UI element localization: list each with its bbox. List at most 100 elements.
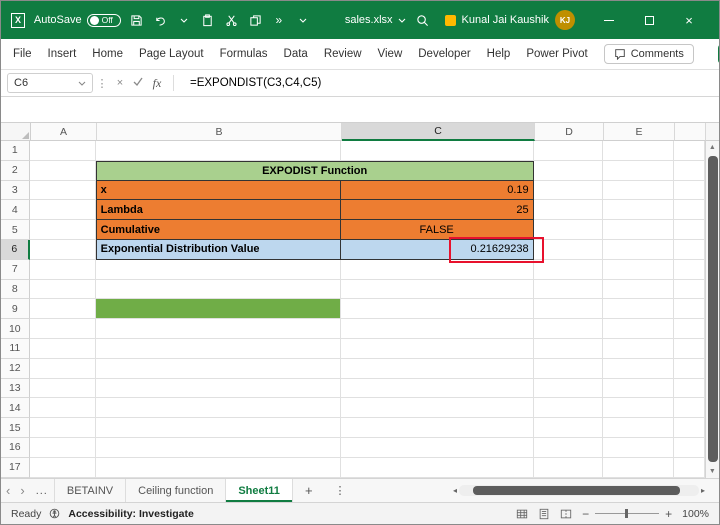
tab-options-kebab-icon[interactable]: ⋮ xyxy=(325,484,356,497)
menu-item-page-layout[interactable]: Page Layout xyxy=(139,48,204,60)
cell-D9[interactable] xyxy=(533,299,603,320)
cell-C15[interactable] xyxy=(340,418,534,438)
cell-C16[interactable] xyxy=(340,437,534,458)
cell-C6[interactable]: 0.21629238 xyxy=(340,239,534,260)
cell-E12[interactable] xyxy=(602,358,674,379)
cell-D14[interactable] xyxy=(533,398,603,419)
cell-D7[interactable] xyxy=(533,259,603,280)
menu-item-help[interactable]: Help xyxy=(487,48,511,60)
cell-A15[interactable] xyxy=(29,418,96,438)
cell-D5[interactable] xyxy=(533,220,603,240)
cell-B8[interactable] xyxy=(95,279,341,300)
more-commands-chevron-icon[interactable] xyxy=(295,12,310,28)
zoom-slider[interactable]: − + xyxy=(582,507,672,521)
cell-C17[interactable] xyxy=(340,457,534,478)
page-layout-view-icon[interactable] xyxy=(538,508,550,520)
column-header-blank[interactable] xyxy=(675,123,706,141)
menu-item-review[interactable]: Review xyxy=(324,48,362,60)
cell-E16[interactable] xyxy=(602,437,674,458)
cell-D13[interactable] xyxy=(533,378,603,399)
row-header-5[interactable]: 5 xyxy=(1,220,30,240)
cell-D3[interactable] xyxy=(533,180,603,201)
row-header-11[interactable]: 11 xyxy=(1,338,30,359)
cell-C1[interactable] xyxy=(340,141,534,161)
menu-item-data[interactable]: Data xyxy=(284,48,308,60)
cell-F12[interactable] xyxy=(673,358,705,379)
cell-F10[interactable] xyxy=(673,319,705,339)
paste-icon[interactable] xyxy=(201,12,216,28)
cell-D2[interactable] xyxy=(533,160,603,181)
cell-D15[interactable] xyxy=(533,418,603,438)
cancel-entry-icon[interactable]: × xyxy=(111,77,129,89)
scroll-down-icon[interactable]: ▼ xyxy=(706,465,719,478)
ribbon-overflow-icon[interactable]: » xyxy=(272,12,287,28)
autosave-toggle[interactable]: AutoSave Off xyxy=(34,13,121,27)
close-button[interactable]: × xyxy=(669,6,709,34)
vertical-scroll-thumb[interactable] xyxy=(707,156,718,462)
cell-E11[interactable] xyxy=(602,338,674,359)
cell-D1[interactable] xyxy=(533,141,603,161)
row-header-8[interactable]: 8 xyxy=(1,279,30,300)
cell-F14[interactable] xyxy=(673,398,705,419)
cell-A5[interactable] xyxy=(29,220,96,240)
cell-F4[interactable] xyxy=(673,200,705,221)
cell-A1[interactable] xyxy=(29,141,96,161)
menu-item-formulas[interactable]: Formulas xyxy=(220,48,268,60)
cell-E2[interactable] xyxy=(602,160,674,181)
column-header-E[interactable]: E xyxy=(604,123,675,141)
comments-button[interactable]: Comments xyxy=(603,44,694,64)
sheet-list-ellipsis[interactable]: ... xyxy=(30,485,54,497)
cell-B16[interactable] xyxy=(95,437,341,458)
cell-A14[interactable] xyxy=(29,398,96,419)
scroll-right-icon[interactable]: ▸ xyxy=(701,486,705,495)
insert-function-button[interactable]: fx xyxy=(147,76,167,91)
row-header-7[interactable]: 7 xyxy=(1,259,30,280)
cell-D16[interactable] xyxy=(533,437,603,458)
row-header-16[interactable]: 16 xyxy=(1,437,30,458)
cell-F5[interactable] xyxy=(673,220,705,240)
cell-A9[interactable] xyxy=(29,299,96,320)
row-header-13[interactable]: 13 xyxy=(1,378,30,399)
cell-C14[interactable] xyxy=(340,398,534,419)
cell-B4[interactable]: Lambda xyxy=(95,200,341,221)
zoom-in-icon[interactable]: + xyxy=(665,507,672,521)
cell-D6[interactable] xyxy=(533,239,603,260)
cell-C9[interactable] xyxy=(340,299,534,320)
menu-item-power-pivot[interactable]: Power Pivot xyxy=(526,48,587,60)
cell-F6[interactable] xyxy=(673,239,705,260)
cell-A2[interactable] xyxy=(29,160,96,181)
row-header-17[interactable]: 17 xyxy=(1,457,30,478)
cell-E8[interactable] xyxy=(602,279,674,300)
zoom-out-icon[interactable]: − xyxy=(582,507,589,521)
name-box-kebab-icon[interactable]: ⋮ xyxy=(93,77,111,90)
cell-B13[interactable] xyxy=(95,378,341,399)
cell-F11[interactable] xyxy=(673,338,705,359)
cell-D11[interactable] xyxy=(533,338,603,359)
page-break-view-icon[interactable] xyxy=(560,508,572,520)
copy-icon[interactable] xyxy=(248,12,263,28)
cell-E9[interactable] xyxy=(602,299,674,320)
filename-dropdown[interactable]: sales.xlsx xyxy=(345,14,406,26)
cell-A6[interactable] xyxy=(29,239,96,260)
account-button[interactable]: Kunal Jai Kaushik KJ xyxy=(444,10,575,30)
search-icon[interactable] xyxy=(415,12,431,28)
cell-F7[interactable] xyxy=(673,259,705,280)
cell-F8[interactable] xyxy=(673,279,705,300)
cell-E1[interactable] xyxy=(602,141,674,161)
cell-A11[interactable] xyxy=(29,338,96,359)
row-header-12[interactable]: 12 xyxy=(1,358,30,379)
select-all-corner[interactable] xyxy=(1,123,31,141)
cell-E14[interactable] xyxy=(602,398,674,419)
sheet-tab-betainv[interactable]: BETAINV xyxy=(53,479,127,502)
cell-B10[interactable] xyxy=(95,319,341,339)
maximize-button[interactable] xyxy=(629,6,669,34)
accessibility-checker-icon[interactable] xyxy=(49,508,60,519)
cell-A10[interactable] xyxy=(29,319,96,339)
column-header-D[interactable]: D xyxy=(535,123,604,141)
avatar[interactable]: KJ xyxy=(555,10,575,30)
row-header-1[interactable]: 1 xyxy=(1,141,30,161)
confirm-entry-icon[interactable] xyxy=(129,77,147,89)
cell-B11[interactable] xyxy=(95,338,341,359)
horizontal-scrollbar[interactable]: ◂ ▸ xyxy=(453,484,705,497)
cell-B1[interactable] xyxy=(95,141,341,161)
